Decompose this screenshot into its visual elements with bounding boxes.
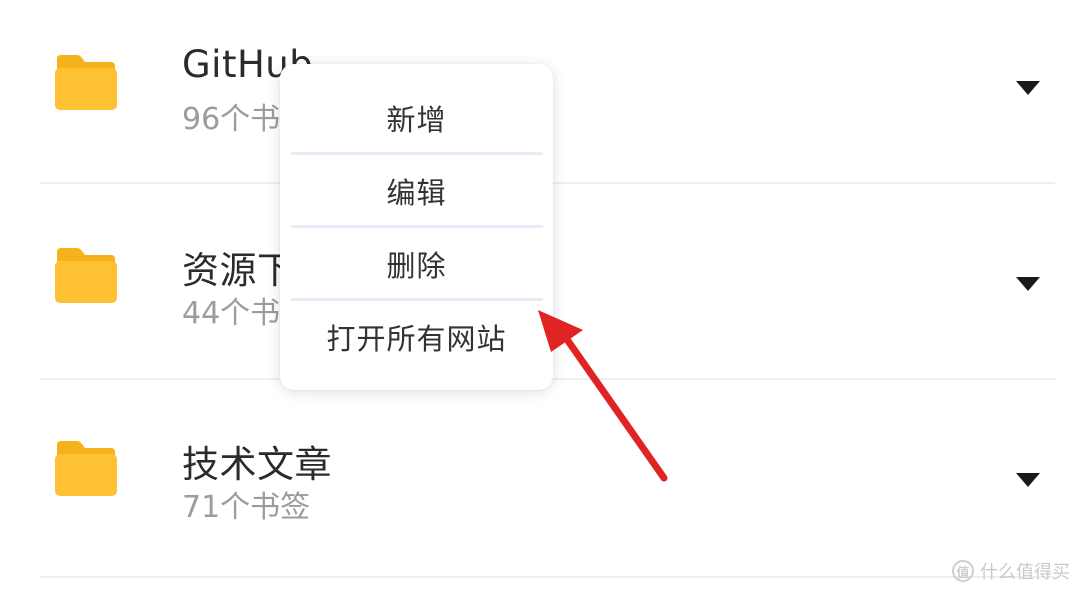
folder-context-menu: 新增 编辑 删除 打开所有网站 bbox=[280, 64, 553, 390]
caret-down-icon[interactable] bbox=[1016, 81, 1040, 95]
menu-item-open-all-sites[interactable]: 打开所有网站 bbox=[280, 301, 553, 373]
watermark: 值 什么值得买 bbox=[952, 558, 1070, 584]
menu-item-add[interactable]: 新增 bbox=[280, 82, 553, 154]
menu-item-delete[interactable]: 删除 bbox=[280, 228, 553, 300]
folder-row-tech-articles[interactable]: 技术文章 71个书签 bbox=[40, 384, 1055, 578]
folder-title: 技术文章 bbox=[182, 443, 332, 486]
folder-icon bbox=[53, 439, 117, 497]
watermark-text: 什么值得买 bbox=[980, 562, 1070, 583]
caret-down-icon[interactable] bbox=[1016, 277, 1040, 291]
row-divider bbox=[40, 576, 1055, 578]
watermark-logo: 值 bbox=[952, 560, 974, 582]
folder-icon bbox=[53, 53, 117, 111]
bookmark-folder-list: GitHub 96个书签 资源下载 44个书签 技术文章 71个书签 新增 编辑… bbox=[0, 0, 1080, 594]
folder-icon bbox=[53, 246, 117, 304]
caret-down-icon[interactable] bbox=[1016, 473, 1040, 487]
menu-item-edit[interactable]: 编辑 bbox=[280, 155, 553, 227]
folder-bookmark-count: 71个书签 bbox=[182, 490, 311, 525]
